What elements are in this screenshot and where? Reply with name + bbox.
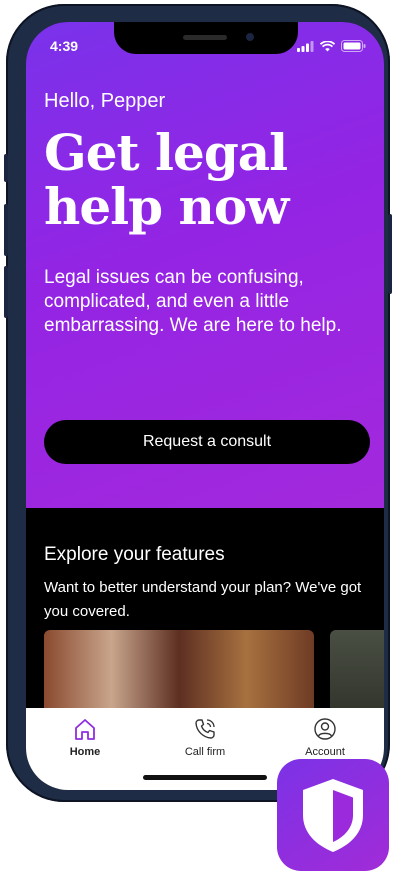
request-consult-button[interactable]: Request a consult (44, 420, 370, 464)
intro-text: Legal issues can be confusing, complicat… (44, 267, 342, 336)
app-screen: 4:39 Hello, Pepper Get legal help now Le… (26, 22, 384, 790)
power-button (388, 214, 392, 294)
phone-icon (195, 719, 215, 739)
features-title: Explore your features (44, 544, 225, 565)
app-logo-icon (277, 759, 389, 871)
volume-up-button (4, 204, 8, 256)
hero-section: 4:39 Hello, Pepper Get legal help now Le… (26, 22, 384, 508)
tab-call-firm[interactable]: Call firm (160, 716, 250, 758)
greeting-text: Hello, Pepper (44, 90, 166, 112)
tab-call-firm-label: Call firm (184, 746, 226, 758)
phone-frame: 4:39 Hello, Pepper Get legal help now Le… (4, 4, 392, 802)
signal-icon (297, 40, 314, 52)
status-icons (297, 40, 366, 52)
battery-icon (341, 40, 366, 52)
features-section: Explore your features Want to better und… (26, 508, 384, 720)
page-headline: Get legal help now (44, 123, 289, 236)
feature-card-next[interactable] (330, 630, 384, 720)
wifi-icon (320, 40, 335, 51)
home-icon (75, 719, 95, 740)
speaker-grille (183, 35, 227, 40)
volume-down-button (4, 266, 8, 318)
device-notch (114, 22, 298, 54)
status-time: 4:39 (50, 38, 79, 54)
tab-home-label: Home (69, 746, 101, 758)
tab-account-label: Account (305, 746, 345, 758)
feature-card-family-photo[interactable] (44, 630, 314, 720)
shield-icon (303, 779, 363, 852)
front-camera (246, 33, 254, 41)
account-icon (314, 718, 336, 740)
tab-account[interactable]: Account (280, 716, 370, 758)
home-indicator (143, 775, 267, 780)
features-subtitle: Want to better understand your plan? We'… (44, 579, 362, 620)
mute-switch (4, 154, 8, 182)
tab-home[interactable]: Home (40, 716, 130, 758)
